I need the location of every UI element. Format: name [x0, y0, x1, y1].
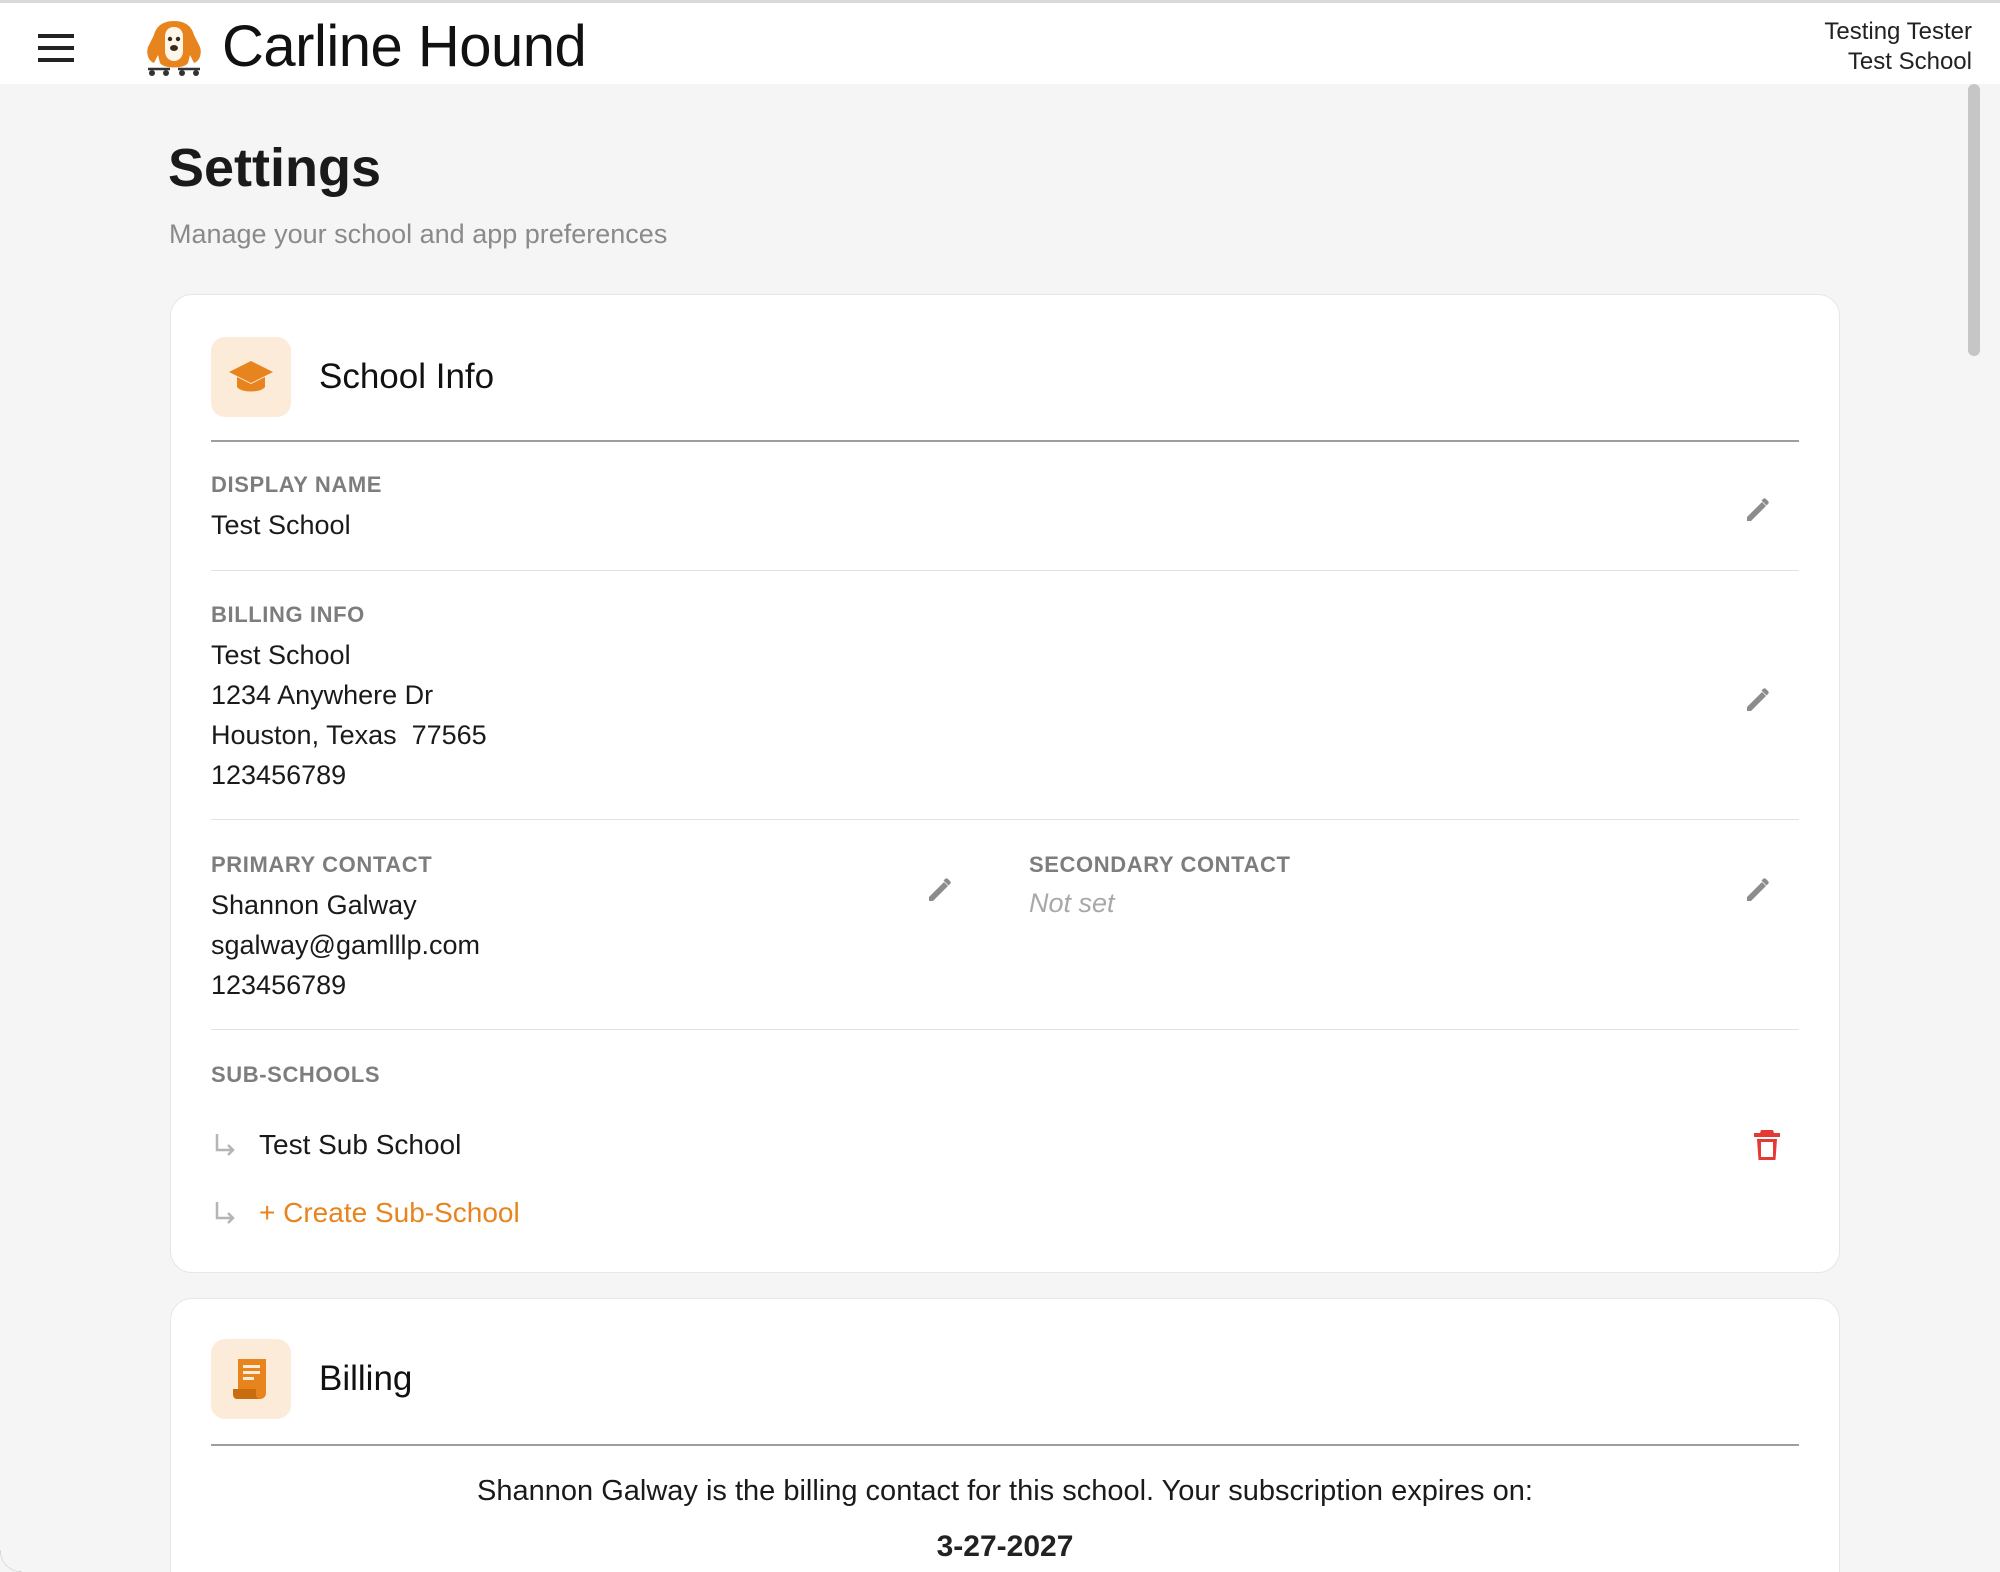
display-name-value: Test School	[211, 510, 351, 540]
delete-sub-school-button[interactable]	[1749, 1125, 1785, 1165]
edit-display-name-button[interactable]	[1738, 489, 1778, 529]
graduation-cap-icon	[229, 361, 273, 392]
billing-message: Shannon Galway is the billing contact fo…	[477, 1475, 1533, 1507]
billing-info-line: Houston, Texas 77565	[211, 720, 487, 750]
billing-divider	[211, 1444, 1799, 1446]
hound-logo-icon	[147, 21, 201, 76]
display-name-label: DISPLAY NAME	[211, 472, 383, 497]
row-divider	[211, 819, 1799, 820]
user-name: Testing Tester	[1824, 18, 1972, 45]
primary-contact-label: PRIMARY CONTACT	[211, 852, 433, 877]
app-title: Carline Hound	[222, 14, 587, 79]
row-divider	[211, 570, 1799, 571]
billing-card: Billing Shannon Galway is the billing co…	[170, 1298, 1840, 1572]
primary-contact-line: Shannon Galway	[211, 890, 417, 920]
edit-primary-contact-button[interactable]	[920, 869, 960, 909]
hamburger-menu-icon[interactable]	[32, 27, 80, 69]
secondary-contact-label: SECONDARY CONTACT	[1029, 852, 1291, 877]
school-info-icon-tile	[211, 337, 291, 417]
scrollbar-thumb[interactable]	[1968, 84, 1980, 356]
billing-title: Billing	[319, 1359, 413, 1398]
row-divider	[211, 1029, 1799, 1030]
subscription-expiry-date: 3-27-2027	[936, 1530, 1074, 1563]
edit-secondary-contact-button[interactable]	[1738, 869, 1778, 909]
top-app-bar: Carline Hound Testing Tester Test School	[0, 0, 2000, 84]
school-info-card: School Info DISPLAY NAME Test School BIL…	[170, 294, 1840, 1273]
school-info-divider	[211, 440, 1799, 442]
primary-contact-line: sgalway@gamlllp.com	[211, 930, 480, 960]
app-screen: Carline Hound Testing Tester Test School…	[0, 0, 2000, 1572]
billing-icon-tile	[211, 1339, 291, 1419]
page-scrollbar[interactable]	[1968, 84, 1980, 1572]
billing-info-line: 123456789	[211, 760, 347, 790]
billing-info-label: BILLING INFO	[211, 602, 365, 627]
sub-arrow-icon	[215, 1134, 235, 1156]
secondary-contact-value: Not set	[1029, 888, 1115, 918]
page-title: Settings	[168, 138, 382, 198]
edit-billing-info-button[interactable]	[1738, 679, 1778, 719]
receipt-icon	[233, 1359, 266, 1399]
primary-contact-line: 123456789	[211, 970, 347, 1000]
sub-schools-label: SUB-SCHOOLS	[211, 1062, 381, 1087]
sub-school-name: Test Sub School	[259, 1129, 462, 1160]
school-info-title: School Info	[319, 357, 495, 396]
billing-info-line: Test School	[211, 640, 351, 670]
page-subtitle: Manage your school and app preferences	[169, 219, 668, 249]
sub-arrow-icon	[215, 1202, 235, 1224]
billing-info-line: 1234 Anywhere Dr	[211, 680, 434, 710]
create-sub-school-link[interactable]: + Create Sub-School	[259, 1193, 520, 1233]
user-school: Test School	[1847, 48, 1972, 75]
user-menu[interactable]: Testing Tester Test School	[1824, 17, 1972, 77]
